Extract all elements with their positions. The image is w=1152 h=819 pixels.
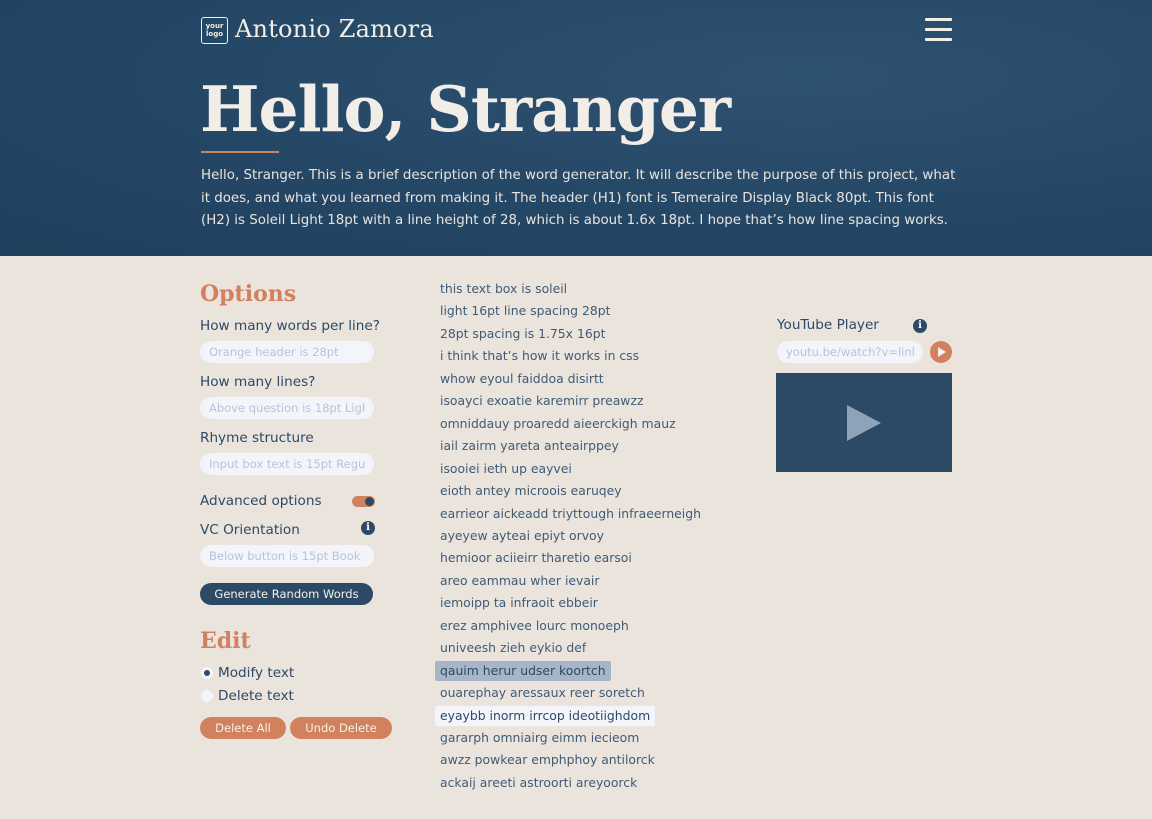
page-description: Hello, Stranger. This is a brief descrip…	[201, 168, 956, 228]
word-line[interactable]: isooiei ieth up eayvei	[440, 459, 572, 479]
site-name[interactable]: Antonio Zamora	[235, 15, 434, 43]
site-logo[interactable]: your logo	[201, 17, 228, 44]
word-line[interactable]: whow eyoul faiddoa disirtt	[440, 369, 604, 389]
menu-bar	[925, 38, 952, 41]
word-line[interactable]: qauim herur udser koortch	[435, 660, 611, 681]
modify-text-label[interactable]: Modify text	[218, 665, 294, 681]
logo-text-top: your	[205, 22, 224, 30]
delete-text-radio[interactable]	[201, 690, 213, 702]
rhyme-structure-input[interactable]	[200, 453, 374, 475]
youtube-player-title: YouTube Player	[777, 317, 879, 333]
hero-header: your logo Antonio Zamora Hello, Stranger…	[0, 0, 1152, 256]
word-line[interactable]: i think that’s how it works in css	[440, 346, 639, 366]
word-line[interactable]: awzz powkear emphphoy antilorck	[440, 750, 655, 770]
word-line[interactable]: earrieor aickeadd triyttough infraeernei…	[440, 504, 701, 524]
word-line[interactable]: this text box is soleil	[440, 279, 567, 299]
word-line[interactable]: hemioor aciieirr tharetio earsoi	[440, 548, 632, 568]
delete-text-label[interactable]: Delete text	[218, 688, 294, 704]
word-line[interactable]: ouarephay aressaux reer soretch	[440, 683, 645, 703]
words-per-line-input[interactable]	[200, 341, 374, 363]
word-line[interactable]: iemoipp ta infraoit ebbeir	[440, 593, 598, 613]
advanced-options-toggle[interactable]	[352, 496, 375, 507]
edit-heading: Edit	[200, 628, 251, 654]
modify-text-radio[interactable]	[201, 667, 213, 679]
word-line[interactable]: areo eammau wher ievair	[440, 571, 599, 591]
delete-all-button[interactable]: Delete All	[200, 717, 286, 739]
info-icon[interactable]: i	[913, 319, 927, 333]
lines-input[interactable]	[200, 397, 374, 419]
page-title: Hello, Stranger	[200, 72, 731, 146]
play-link-button[interactable]	[930, 341, 952, 363]
undo-delete-button[interactable]: Undo Delete	[290, 717, 392, 739]
word-line[interactable]: gararph omniairg eimm iecieom	[440, 728, 639, 748]
vc-orientation-input[interactable]	[200, 545, 374, 567]
info-icon[interactable]: i	[361, 521, 375, 535]
youtube-video-player[interactable]	[776, 373, 952, 472]
word-line[interactable]: ayeyew ayteai epiyt orvoy	[440, 526, 604, 546]
word-line[interactable]: univeesh zieh eykio def	[440, 638, 586, 658]
word-line[interactable]: ackaij areeti astroorti areyoorck	[440, 773, 637, 793]
word-line[interactable]: 28pt spacing is 1.75x 16pt	[440, 324, 605, 344]
word-line[interactable]: omniddauy proaredd aieerckigh mauz	[440, 414, 676, 434]
lines-label: How many lines?	[200, 374, 316, 390]
title-underline	[201, 151, 279, 153]
hamburger-menu-icon[interactable]	[925, 18, 952, 42]
rhyme-structure-label: Rhyme structure	[200, 430, 314, 446]
menu-bar	[925, 18, 952, 21]
vc-orientation-label: VC Orientation	[200, 522, 300, 538]
word-line[interactable]: eioth antey microois earuqey	[440, 481, 622, 501]
word-line[interactable]: isoayci exoatie karemirr preawzz	[440, 391, 643, 411]
logo-text-bottom: logo	[205, 30, 224, 38]
word-line[interactable]: iail zairm yareta anteairppey	[440, 436, 619, 456]
options-heading: Options	[200, 281, 297, 307]
word-line[interactable]: erez amphivee lourc monoeph	[440, 616, 629, 636]
youtube-url-input[interactable]	[777, 341, 923, 363]
play-icon[interactable]	[847, 405, 881, 441]
word-line[interactable]: eyaybb inorm irrcop ideotiighdom	[435, 705, 656, 726]
words-per-line-label: How many words per line?	[200, 318, 380, 334]
advanced-options-label: Advanced options	[200, 493, 322, 509]
word-line[interactable]: light 16pt line spacing 28pt	[440, 301, 610, 321]
generate-random-words-button[interactable]: Generate Random Words	[200, 583, 373, 605]
menu-bar	[925, 28, 952, 31]
